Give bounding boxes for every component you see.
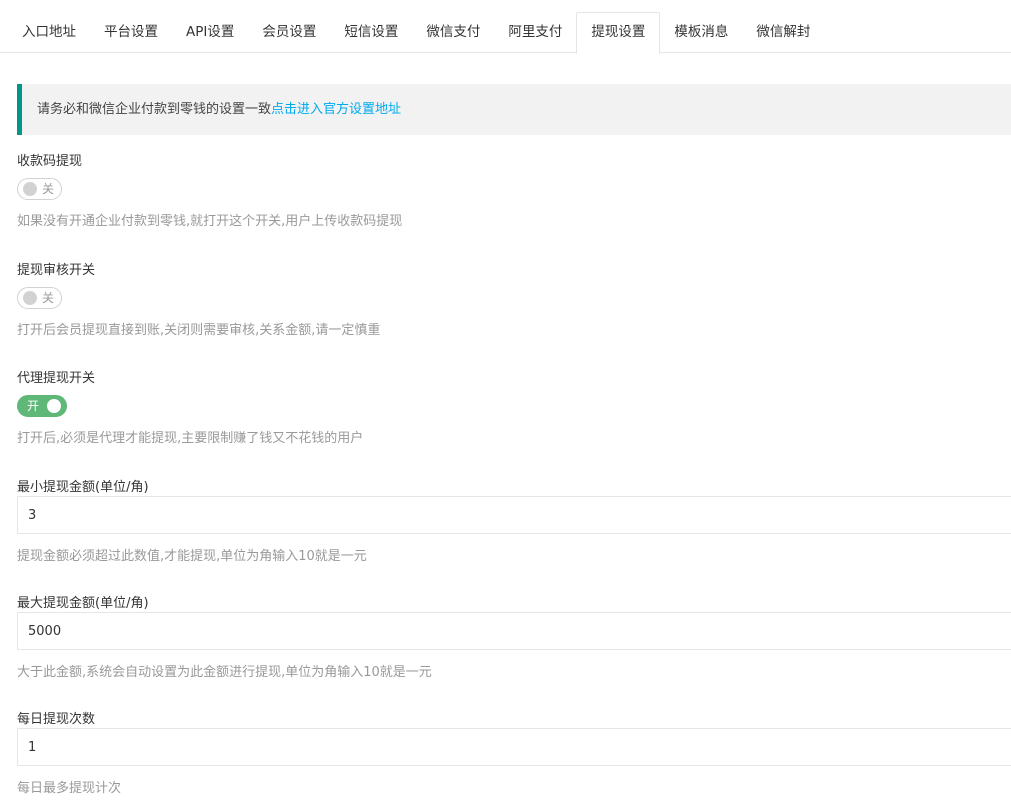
qrcode-withdraw-switch[interactable]: 关	[17, 178, 62, 200]
switch-knob	[23, 291, 37, 305]
withdraw-review-switch[interactable]: 关	[17, 287, 62, 309]
tab-wechat-pay[interactable]: 微信支付	[412, 12, 494, 53]
switch-state-text: 开	[27, 399, 40, 413]
min-amount-hint: 提现金额必须超过此数值,才能提现,单位为角输入10就是一元	[17, 549, 367, 564]
qrcode-withdraw-hint: 如果没有开通企业付款到零钱,就打开这个开关,用户上传收款码提现	[17, 214, 403, 229]
tab-platform-settings[interactable]: 平台设置	[90, 12, 172, 53]
switch-state-text: 关	[42, 182, 55, 196]
min-amount-label: 最小提现金额(单位/角)	[17, 480, 149, 495]
withdraw-review-hint: 打开后会员提现直接到账,关闭则需要审核,关系金额,请一定慎重	[17, 323, 381, 338]
notice-box: 请务必和微信企业付款到零钱的设置一致点击进入官方设置地址	[17, 84, 1011, 135]
settings-tab-bar: 入口地址 平台设置 API设置 会员设置 短信设置 微信支付 阿里支付 提现设置…	[0, 12, 1011, 54]
switch-state-text: 关	[42, 291, 55, 305]
daily-count-hint: 每日最多提现计次	[17, 781, 122, 796]
max-amount-hint: 大于此金额,系统会自动设置为此金额进行提现,单位为角输入10就是一元	[17, 665, 432, 680]
max-amount-input[interactable]	[17, 612, 1011, 650]
withdraw-review-label: 提现审核开关	[17, 263, 96, 278]
agent-withdraw-label: 代理提现开关	[17, 371, 96, 386]
tab-member-settings[interactable]: 会员设置	[248, 12, 330, 53]
tab-entry-address[interactable]: 入口地址	[8, 12, 90, 53]
notice-text: 请务必和微信企业付款到零钱的设置一致	[37, 102, 272, 117]
daily-count-label: 每日提现次数	[17, 712, 96, 727]
switch-knob	[47, 399, 61, 413]
min-amount-input[interactable]	[17, 496, 1011, 534]
daily-count-input[interactable]	[17, 728, 1011, 766]
official-settings-link[interactable]: 点击进入官方设置地址	[271, 102, 401, 117]
agent-withdraw-switch[interactable]: 开	[17, 395, 67, 417]
tab-sms-settings[interactable]: 短信设置	[330, 12, 412, 53]
switch-knob	[23, 182, 37, 196]
tab-alipay[interactable]: 阿里支付	[494, 12, 576, 53]
tab-api-settings[interactable]: API设置	[172, 12, 248, 53]
qrcode-withdraw-label: 收款码提现	[17, 154, 83, 169]
agent-withdraw-hint: 打开后,必须是代理才能提现,主要限制赚了钱又不花钱的用户	[17, 431, 364, 446]
tab-wechat-unblock[interactable]: 微信解封	[742, 12, 824, 53]
tab-withdraw-settings[interactable]: 提现设置	[576, 12, 661, 54]
tab-template-messages[interactable]: 模板消息	[660, 12, 742, 53]
max-amount-label: 最大提现金额(单位/角)	[17, 596, 149, 611]
